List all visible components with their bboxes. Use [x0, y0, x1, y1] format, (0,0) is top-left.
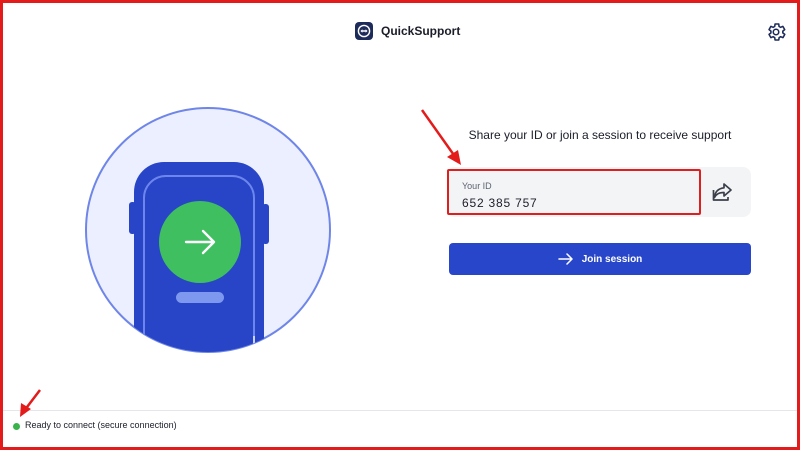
connection-status-text: Ready to connect (secure connection) [25, 420, 177, 430]
connection-status-indicator [13, 423, 20, 430]
arrow-right-icon [557, 253, 573, 265]
share-icon [712, 183, 732, 201]
your-id-field[interactable]: Your ID 652 385 757 [447, 169, 701, 215]
brand: QuickSupport [355, 22, 460, 40]
id-card: Your ID 652 385 757 [447, 167, 751, 217]
settings-button[interactable] [765, 21, 787, 43]
join-session-button[interactable]: Join session [449, 243, 751, 275]
instruction-text: Share your ID or join a session to recei… [468, 128, 732, 142]
teamviewer-logo-icon [355, 22, 373, 40]
phone-arrow-illustration [84, 106, 332, 354]
your-id-value[interactable]: 652 385 757 [462, 196, 699, 210]
app-header: QuickSupport [0, 0, 800, 62]
join-session-label: Join session [581, 253, 643, 265]
your-id-label: Your ID [462, 181, 492, 191]
status-bar: Ready to connect (secure connection) [0, 410, 800, 450]
gear-icon [768, 23, 786, 41]
app-title: QuickSupport [381, 24, 461, 38]
share-id-button[interactable] [709, 179, 735, 205]
